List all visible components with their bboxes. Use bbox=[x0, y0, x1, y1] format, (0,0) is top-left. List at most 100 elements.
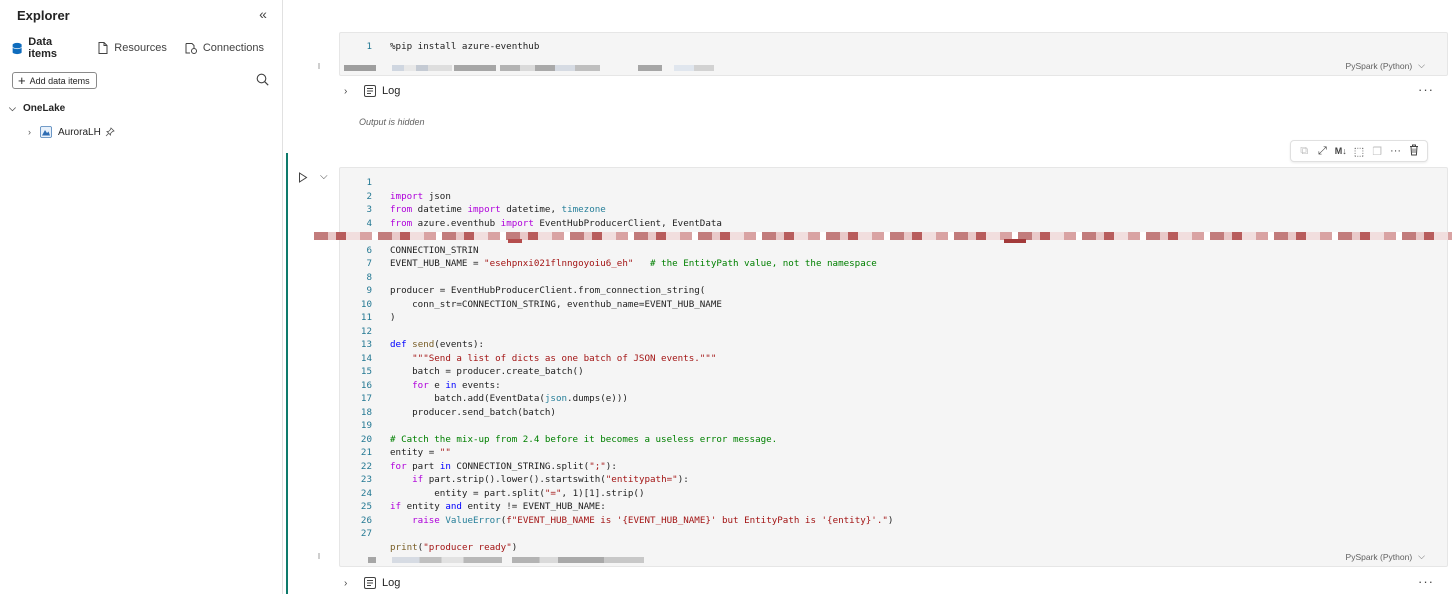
code-line: """Send a list of dicts as one batch of … bbox=[412, 352, 717, 364]
code-line: %pip install azure-eventhub bbox=[390, 41, 540, 52]
chevron-right-icon: › bbox=[28, 127, 31, 137]
expand-icon[interactable]: ⤢ bbox=[1315, 145, 1329, 158]
redacted-mark bbox=[508, 239, 522, 243]
redacted-status bbox=[500, 65, 600, 71]
log-icon bbox=[364, 577, 376, 589]
search-button[interactable] bbox=[256, 73, 269, 89]
tree-item-onelake[interactable]: ⌵ OneLake bbox=[9, 103, 65, 114]
play-icon bbox=[299, 172, 308, 183]
line-numbers: 1 2 3 4 5 6 7 8 9 10 11 12 13 14 15 16 1… bbox=[360, 177, 372, 539]
code-line: producer = EventHubProducerClient.from_c… bbox=[390, 285, 706, 296]
log-toggle-cell-2[interactable]: › Log bbox=[344, 577, 400, 589]
chevron-down-icon: ⌵ bbox=[1418, 60, 1425, 70]
tree-item-auroralh[interactable]: › AuroraLH bbox=[28, 126, 115, 138]
line-number: 1 bbox=[366, 41, 372, 52]
code-line: batch.add(EventData(json.dumps(e))) bbox=[390, 393, 628, 404]
code-line: entity = "" bbox=[390, 447, 451, 458]
add-data-items-button[interactable]: + Add data items bbox=[12, 72, 97, 89]
trash-icon bbox=[1409, 144, 1418, 155]
code-line: batch = producer.create_batch() bbox=[390, 366, 584, 377]
redacted-status bbox=[454, 65, 496, 71]
cell-toolbar: ⧉ ⤢ M↓ ⬚ ❐ ··· bbox=[1290, 140, 1428, 162]
log-label: Log bbox=[382, 577, 401, 589]
run-cell-button[interactable] bbox=[298, 172, 308, 186]
plus-icon: + bbox=[18, 73, 26, 88]
code-line: for part in CONNECTION_STRING.split(";")… bbox=[390, 460, 617, 472]
run-options-dropdown[interactable]: ⌵ bbox=[320, 171, 328, 182]
pin-icon bbox=[105, 127, 115, 137]
language-selector[interactable]: PySpark (Python) ⌵ bbox=[1346, 60, 1425, 71]
code-line: CONNECTION_STRIN bbox=[390, 244, 479, 256]
chevron-right-icon: › bbox=[344, 85, 348, 97]
tab-data-items[interactable]: Data items bbox=[12, 36, 80, 60]
chevron-right-icon: › bbox=[344, 577, 348, 589]
database-icon bbox=[12, 42, 22, 54]
notebook-canvas: 1 %pip install azure-eventhub PySpark (P… bbox=[284, 0, 1456, 594]
chevron-down-icon: ⌵ bbox=[1418, 551, 1425, 561]
code-line: producer.send_batch(batch) bbox=[390, 406, 556, 418]
code-line: def send(events): bbox=[390, 339, 485, 350]
code-line: conn_str=CONNECTION_STRING, eventhub_nam… bbox=[390, 298, 722, 310]
redacted-mark bbox=[318, 553, 320, 559]
redacted-status bbox=[674, 65, 714, 71]
log-toggle-cell-1[interactable]: › Log bbox=[344, 85, 400, 97]
code-line: entity = part.split("=", 1)[1].strip() bbox=[390, 487, 645, 499]
code-line: if entity and entity != EVENT_HUB_NAME: bbox=[390, 501, 606, 512]
connection-icon bbox=[185, 43, 197, 54]
code-line: raise ValueError(f"EVENT_HUB_NAME is '{E… bbox=[412, 514, 894, 526]
code-line: for e in events: bbox=[412, 379, 501, 391]
collapse-panel-button[interactable]: « bbox=[255, 6, 271, 22]
code-editor[interactable]: %pip install azure-eventhub bbox=[390, 40, 539, 54]
redacted-mark bbox=[318, 63, 320, 69]
explorer-panel: Explorer « Data items Resources Connecti… bbox=[0, 0, 283, 594]
more-options-button[interactable]: ··· bbox=[1418, 574, 1434, 589]
more-options-button[interactable]: ··· bbox=[1418, 82, 1434, 97]
code-cell-2[interactable]: 1 2 3 4 5 6 7 8 9 10 11 12 13 14 15 16 1… bbox=[339, 167, 1448, 567]
select-icon[interactable]: ⬚ bbox=[1352, 145, 1366, 158]
tab-resources[interactable]: Resources bbox=[98, 42, 167, 54]
chevron-down-icon: ⌵ bbox=[9, 103, 16, 113]
redacted-status bbox=[512, 557, 604, 563]
explorer-tabs: Data items Resources Connections bbox=[12, 36, 282, 60]
redacted-status bbox=[392, 65, 452, 71]
chevron-down-icon: ⌵ bbox=[320, 171, 328, 182]
code-line: from azure.eventhub import EventHubProdu… bbox=[390, 217, 722, 229]
file-icon bbox=[98, 42, 108, 54]
tab-resources-label: Resources bbox=[114, 42, 167, 54]
redacted-status bbox=[638, 65, 662, 71]
code-line: from datetime import datetime, timezone bbox=[390, 204, 606, 215]
tree-item-auroralh-label: AuroraLH bbox=[58, 126, 101, 138]
redacted-mark bbox=[1004, 239, 1026, 243]
redacted-status bbox=[344, 65, 376, 71]
delete-icon[interactable] bbox=[1407, 144, 1421, 159]
duplicate-icon[interactable]: ❐ bbox=[1370, 145, 1384, 158]
code-line: # Catch the mix-up from 2.4 before it be… bbox=[390, 433, 778, 445]
code-line: if part.strip().lower().startswith("enti… bbox=[412, 474, 689, 485]
line-numbers: 1 bbox=[340, 40, 372, 54]
language-selector[interactable]: PySpark (Python) ⌵ bbox=[1346, 551, 1425, 562]
search-icon bbox=[256, 73, 269, 86]
redacted-status bbox=[604, 557, 644, 563]
tree-item-onelake-label: OneLake bbox=[23, 103, 66, 114]
add-data-items-label: Add data items bbox=[29, 75, 90, 86]
explorer-title: Explorer bbox=[17, 8, 70, 23]
language-label: PySpark (Python) bbox=[1345, 60, 1413, 71]
lakehouse-icon bbox=[40, 126, 52, 138]
tab-connections[interactable]: Connections bbox=[185, 42, 264, 54]
redacted-status bbox=[368, 557, 376, 563]
redacted-status bbox=[392, 557, 502, 563]
redacted-connection-string bbox=[314, 232, 1452, 240]
code-line: print("producer ready") bbox=[390, 541, 518, 553]
tab-connections-label: Connections bbox=[202, 42, 264, 54]
code-line: EVENT_HUB_NAME = "esehpnxi021flnngoyoiu6… bbox=[390, 258, 877, 269]
markdown-toggle-icon[interactable]: M↓ bbox=[1334, 146, 1348, 156]
copy-icon[interactable]: ⧉ bbox=[1297, 145, 1311, 158]
tab-data-items-label: Data items bbox=[28, 36, 58, 60]
code-line: import json bbox=[390, 190, 451, 202]
code-line: ) bbox=[390, 312, 396, 323]
active-cell-indicator bbox=[286, 153, 288, 594]
language-label: PySpark (Python) bbox=[1345, 551, 1413, 562]
more-options-icon[interactable]: ··· bbox=[1389, 145, 1403, 157]
